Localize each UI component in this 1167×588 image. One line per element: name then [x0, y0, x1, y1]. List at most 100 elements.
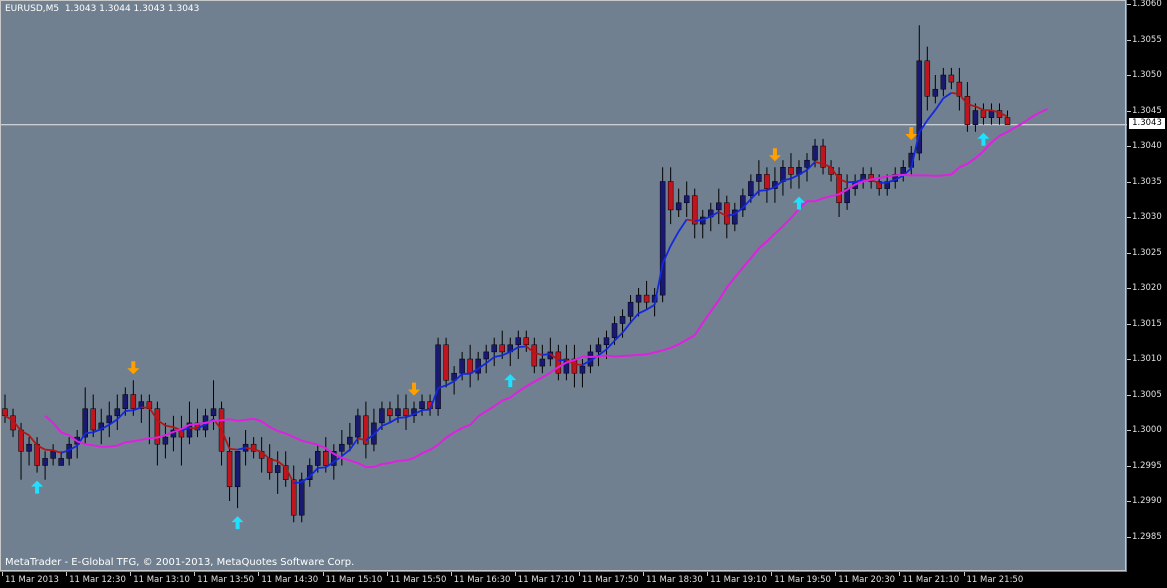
sell-signal-arrow-icon	[127, 361, 140, 375]
price-tick-mark	[1127, 323, 1131, 325]
price-tick-label: 1.3015	[1132, 318, 1162, 329]
ma-fast-segment	[501, 350, 511, 357]
bull-candle	[234, 451, 241, 488]
ma-fast-segment	[189, 427, 198, 430]
time-tick-label: 11 Mar 2013	[5, 575, 59, 585]
buy-signal-arrow-icon	[792, 196, 805, 210]
bull-candle	[972, 110, 979, 125]
current-price-label: 1.3043	[1129, 118, 1165, 129]
price-tick-mark	[1127, 359, 1131, 360]
chart-canvas[interactable]	[0, 0, 1127, 572]
bull-candle	[579, 365, 586, 374]
bear-candle	[1004, 117, 1011, 125]
bear-candle	[34, 443, 40, 466]
bull-candle	[659, 181, 666, 296]
ma-fast-segment	[85, 431, 94, 435]
ma-fast-segment	[886, 178, 896, 184]
bull-candle	[756, 174, 762, 182]
bull-candle	[603, 337, 610, 346]
bull-candle	[611, 323, 618, 338]
bear-candle	[964, 96, 971, 125]
ma-fast-segment	[125, 409, 134, 412]
price-tick-label: 1.3050	[1132, 70, 1162, 80]
bear-candle	[387, 408, 393, 417]
time-tick-label: 11 Mar 19:50	[774, 575, 831, 585]
bear-candle	[980, 110, 987, 118]
bear-candle	[764, 174, 770, 189]
price-tick-mark	[1127, 39, 1131, 41]
ma-fast-segment	[934, 97, 945, 111]
ma-fast-segment	[951, 92, 960, 95]
ma-fast-segment	[229, 447, 238, 451]
bull-candle	[379, 408, 385, 424]
price-tick-mark	[1127, 181, 1131, 183]
bear-candle	[154, 408, 161, 445]
bull-candle	[58, 458, 64, 466]
bear-candle	[531, 344, 538, 367]
sell-signal-arrow-icon	[408, 382, 421, 396]
time-tick-label: 11 Mar 16:30	[453, 575, 511, 585]
bear-candle	[290, 479, 297, 516]
bear-candle	[643, 294, 650, 303]
time-tick-mark	[899, 572, 901, 576]
bull-candle	[355, 415, 361, 438]
buy-signal-arrow-icon	[231, 516, 244, 530]
bear-candle	[924, 60, 931, 97]
bull-candle	[42, 458, 48, 466]
ma-fast-segment	[494, 354, 503, 358]
bull-candle	[162, 436, 169, 445]
price-tick-mark	[1127, 501, 1131, 502]
time-tick-label: 11 Mar 21:10	[902, 575, 960, 585]
bull-candle	[675, 202, 682, 211]
bull-candle	[619, 316, 626, 324]
ma-fast-segment	[45, 448, 54, 452]
bear-candle	[266, 458, 273, 473]
ma-fast-segment	[669, 231, 680, 247]
chart-window[interactable]: EURUSD,M5 1.3043 1.3044 1.3043 1.3043 Me…	[0, 0, 1167, 588]
bear-candle	[724, 202, 730, 225]
bear-candle	[499, 344, 505, 353]
time-tick-label: 11 Mar 18:30	[646, 575, 703, 585]
bull-candle	[483, 351, 489, 360]
bear-candle	[2, 408, 8, 417]
ma-fast-segment	[389, 417, 399, 424]
ma-fast-segment	[926, 109, 937, 121]
sell-signal-arrow-icon	[905, 127, 918, 140]
symbol-title: EURUSD,M5 1.3043 1.3044 1.3043 1.3043	[5, 4, 200, 14]
ma-fast-segment	[245, 446, 254, 450]
bull-candle	[347, 436, 353, 445]
ma-fast-segment	[518, 345, 527, 349]
sell-signal-arrow-icon	[768, 148, 781, 162]
bear-candle	[523, 337, 530, 346]
bull-candle	[635, 294, 642, 303]
price-tick-mark	[1127, 110, 1131, 112]
ma-fast-segment	[28, 434, 38, 446]
bear-candle	[323, 451, 329, 466]
price-tick-label: 1.3040	[1132, 141, 1162, 151]
bull-candle	[339, 443, 345, 452]
bear-candle	[18, 429, 24, 452]
time-tick-mark	[386, 572, 388, 576]
bull-candle	[515, 337, 522, 346]
price-tick-mark	[1127, 394, 1131, 396]
bull-candle	[435, 344, 441, 409]
bull-candle	[298, 479, 305, 516]
time-tick-label: 11 Mar 20:30	[838, 575, 896, 585]
ma-fast-segment	[574, 363, 583, 366]
time-tick-mark	[450, 572, 452, 576]
price-tick-mark	[1127, 252, 1131, 254]
time-tick-label: 11 Mar 17:10	[517, 575, 575, 585]
bull-candle	[748, 181, 754, 196]
time-tick-mark	[963, 572, 965, 576]
price-tick-label: 1.3020	[1132, 283, 1162, 293]
time-tick-mark	[322, 572, 324, 576]
copyright-footer: MetaTrader - E-Global TFG, © 2001-2013, …	[5, 557, 355, 568]
bear-candle	[90, 408, 96, 431]
time-tick-label: 11 Mar 15:10	[325, 575, 383, 585]
time-tick-label: 11 Mar 15:50	[389, 575, 447, 585]
bear-candle	[178, 429, 185, 438]
chart-plot-area[interactable]: EURUSD,M5 1.3043 1.3044 1.3043 1.3043 Me…	[0, 0, 1127, 572]
bull-candle	[475, 358, 481, 374]
time-tick-mark	[66, 572, 68, 576]
ma-fast-segment	[790, 173, 800, 180]
